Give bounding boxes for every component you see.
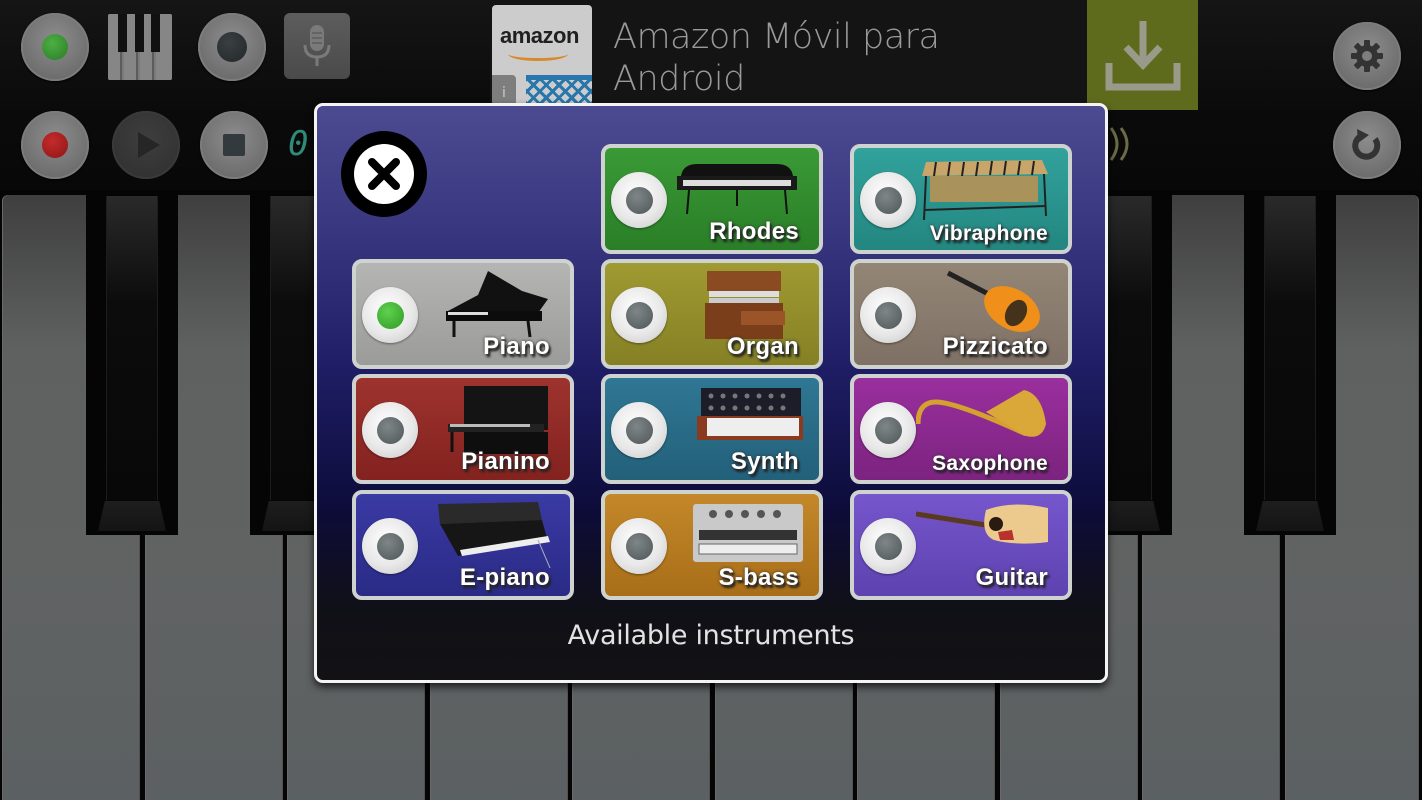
refresh-icon: [1352, 129, 1381, 160]
radio-button[interactable]: [860, 518, 916, 574]
microphone-icon: [303, 25, 331, 66]
radio-button[interactable]: [860, 287, 916, 343]
stop-icon: [223, 134, 245, 156]
record-icon: [42, 132, 68, 158]
lcd-counter: 0: [288, 124, 311, 164]
radio-button[interactable]: [362, 518, 418, 574]
instrument-tile-synth[interactable]: Synth: [601, 374, 823, 484]
microphone-button[interactable]: [284, 13, 350, 79]
synthesizer-icon: [697, 388, 803, 440]
ad-info-badge[interactable]: i: [492, 75, 516, 105]
dialog-title: Available instruments: [567, 620, 855, 651]
ad-download-button[interactable]: [1087, 0, 1198, 110]
instrument-tile-s-bass[interactable]: S-bass: [601, 490, 823, 600]
rhodes-icon: [677, 164, 797, 215]
instrument-tile-piano[interactable]: Piano: [352, 259, 574, 369]
instrument-dialog: Rhodes Vibraphone Piano Organ Pizzicato …: [314, 103, 1108, 683]
close-button[interactable]: [341, 131, 427, 217]
mode-button[interactable]: [198, 13, 266, 81]
guitar-icon: [916, 504, 1048, 544]
shopping-cart-icon: [526, 75, 592, 105]
saxophone-icon: [916, 390, 1046, 437]
green-led-icon: [42, 34, 68, 60]
play-button[interactable]: [112, 111, 180, 179]
piano-keys-icon: [118, 14, 127, 52]
reset-button[interactable]: [1333, 111, 1401, 179]
sound-wave-icon: [1109, 127, 1129, 161]
organ-icon: [705, 271, 785, 339]
amazon-smile-icon: [508, 47, 568, 61]
ad-banner[interactable]: amazon i Amazon Móvil para Android: [490, 0, 1198, 110]
instrument-tile-rhodes[interactable]: Rhodes: [601, 144, 823, 254]
play-icon: [138, 132, 160, 158]
radio-button[interactable]: [860, 172, 916, 228]
amazon-logo: amazon i: [492, 5, 592, 105]
violin-icon: [946, 270, 1040, 332]
radio-button[interactable]: [362, 402, 418, 458]
settings-button[interactable]: [1333, 22, 1401, 90]
instrument-tile-guitar[interactable]: Guitar: [850, 490, 1072, 600]
instrument-tile-organ[interactable]: Organ: [601, 259, 823, 369]
instrument-tile-pizzicato[interactable]: Pizzicato: [850, 259, 1072, 369]
gear-icon: [1351, 40, 1383, 72]
grand-piano-icon: [446, 271, 548, 338]
instrument-indicator-button[interactable]: [21, 13, 89, 81]
radio-button[interactable]: [611, 402, 667, 458]
radio-button[interactable]: [860, 402, 916, 458]
black-key[interactable]: [86, 190, 178, 535]
download-icon: [1105, 21, 1180, 91]
radio-button[interactable]: [362, 287, 418, 343]
radio-button[interactable]: [611, 172, 667, 228]
instrument-tile-vibraphone[interactable]: Vibraphone: [850, 144, 1072, 254]
ad-title[interactable]: Amazon Móvil para Android: [613, 16, 1063, 100]
keyboard-layout-button[interactable]: [108, 14, 172, 80]
black-key[interactable]: [1244, 190, 1336, 535]
close-icon: [368, 158, 400, 190]
dark-dot-icon: [217, 32, 247, 62]
upright-piano-icon: [448, 386, 548, 454]
bass-synth-icon: [693, 504, 803, 562]
instrument-tile-saxophone[interactable]: Saxophone: [850, 374, 1072, 484]
stop-button[interactable]: [200, 111, 268, 179]
radio-button[interactable]: [611, 518, 667, 574]
record-button[interactable]: [21, 111, 89, 179]
instrument-tile-e-piano[interactable]: E-piano: [352, 490, 574, 600]
radio-button[interactable]: [611, 287, 667, 343]
vibraphone-icon: [922, 160, 1048, 221]
electric-piano-icon: [438, 502, 551, 569]
instrument-tile-pianino[interactable]: Pianino: [352, 374, 574, 484]
